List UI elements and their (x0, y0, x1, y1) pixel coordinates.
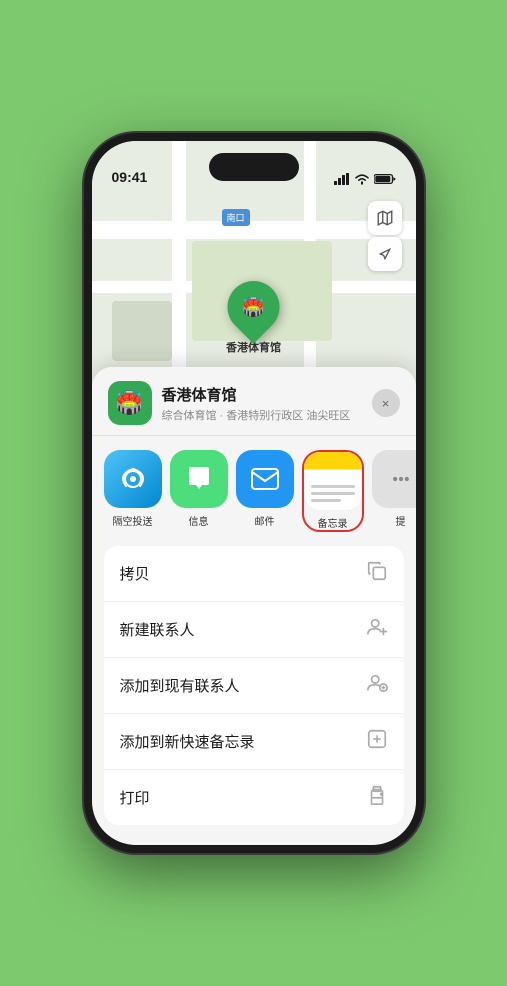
mail-label: 邮件 (255, 513, 275, 528)
note-add-icon (366, 728, 388, 755)
notes-line-2 (311, 492, 355, 495)
notes-line-1 (311, 485, 355, 488)
close-button[interactable]: × (372, 389, 400, 417)
copy-icon (366, 560, 388, 587)
venue-name: 香港体育馆 (162, 384, 372, 405)
map-controls (368, 201, 402, 271)
action-new-contact[interactable]: 新建联系人 (104, 602, 404, 658)
wifi-icon (354, 173, 370, 185)
action-add-note[interactable]: 添加到新快速备忘录 (104, 714, 404, 770)
more-label: 提 (396, 513, 406, 528)
airdrop-label: 隔空投送 (113, 513, 153, 528)
action-new-contact-label: 新建联系人 (120, 619, 195, 640)
sheet-header: 🏟️ 香港体育馆 综合体育馆 · 香港特别行政区 油尖旺区 × (92, 367, 416, 436)
battery-icon (374, 173, 396, 185)
phone-screen: 09:41 (92, 141, 416, 845)
message-icon (184, 464, 214, 494)
bottom-sheet: 🏟️ 香港体育馆 综合体育馆 · 香港特别行政区 油尖旺区 × (92, 367, 416, 845)
share-airdrop[interactable]: 隔空投送 (104, 450, 162, 532)
more-icon (386, 469, 416, 489)
more-icon-wrap (372, 450, 416, 508)
action-copy[interactable]: 拷贝 (104, 546, 404, 602)
venue-desc: 综合体育馆 · 香港特别行政区 油尖旺区 (162, 407, 372, 423)
status-time: 09:41 (112, 169, 148, 185)
pin-marker: 🏟️ (217, 270, 291, 344)
action-add-contact[interactable]: 添加到现有联系人 (104, 658, 404, 714)
share-row: 隔空投送 信息 (92, 436, 416, 542)
phone-frame: 09:41 (84, 133, 424, 853)
signal-icon (334, 173, 350, 185)
person-plus-icon (366, 672, 388, 699)
notes-icon-wrap (304, 452, 362, 510)
notes-icon-inner (304, 452, 362, 510)
mail-icon (250, 467, 280, 491)
airdrop-icon (118, 464, 148, 494)
location-pin: 🏟️ 香港体育馆 (226, 281, 281, 355)
message-label: 信息 (189, 513, 209, 528)
message-icon-wrap (170, 450, 228, 508)
status-icons (334, 173, 396, 185)
airdrop-icon-wrap (104, 450, 162, 508)
map-label: 南口 (222, 209, 250, 226)
print-icon (366, 784, 388, 811)
share-message[interactable]: 信息 (170, 450, 228, 532)
map-type-button[interactable] (368, 201, 402, 235)
share-more[interactable]: 提 (372, 450, 416, 532)
share-notes[interactable]: 备忘录 (302, 450, 364, 532)
share-mail[interactable]: 邮件 (236, 450, 294, 532)
action-add-note-label: 添加到新快速备忘录 (120, 731, 255, 752)
location-button[interactable] (368, 237, 402, 271)
venue-icon: 🏟️ (108, 381, 152, 425)
venue-info: 香港体育馆 综合体育馆 · 香港特别行政区 油尖旺区 (162, 384, 372, 423)
action-print-label: 打印 (120, 787, 150, 808)
dynamic-island (209, 153, 299, 181)
action-add-contact-label: 添加到现有联系人 (120, 675, 240, 696)
mail-icon-wrap (236, 450, 294, 508)
notes-line-3 (311, 499, 342, 502)
notes-label: 备忘录 (318, 515, 348, 530)
person-add-icon (366, 616, 388, 643)
action-print[interactable]: 打印 (104, 770, 404, 825)
action-copy-label: 拷贝 (120, 563, 150, 584)
action-list: 拷贝 新建联系人 (104, 546, 404, 825)
